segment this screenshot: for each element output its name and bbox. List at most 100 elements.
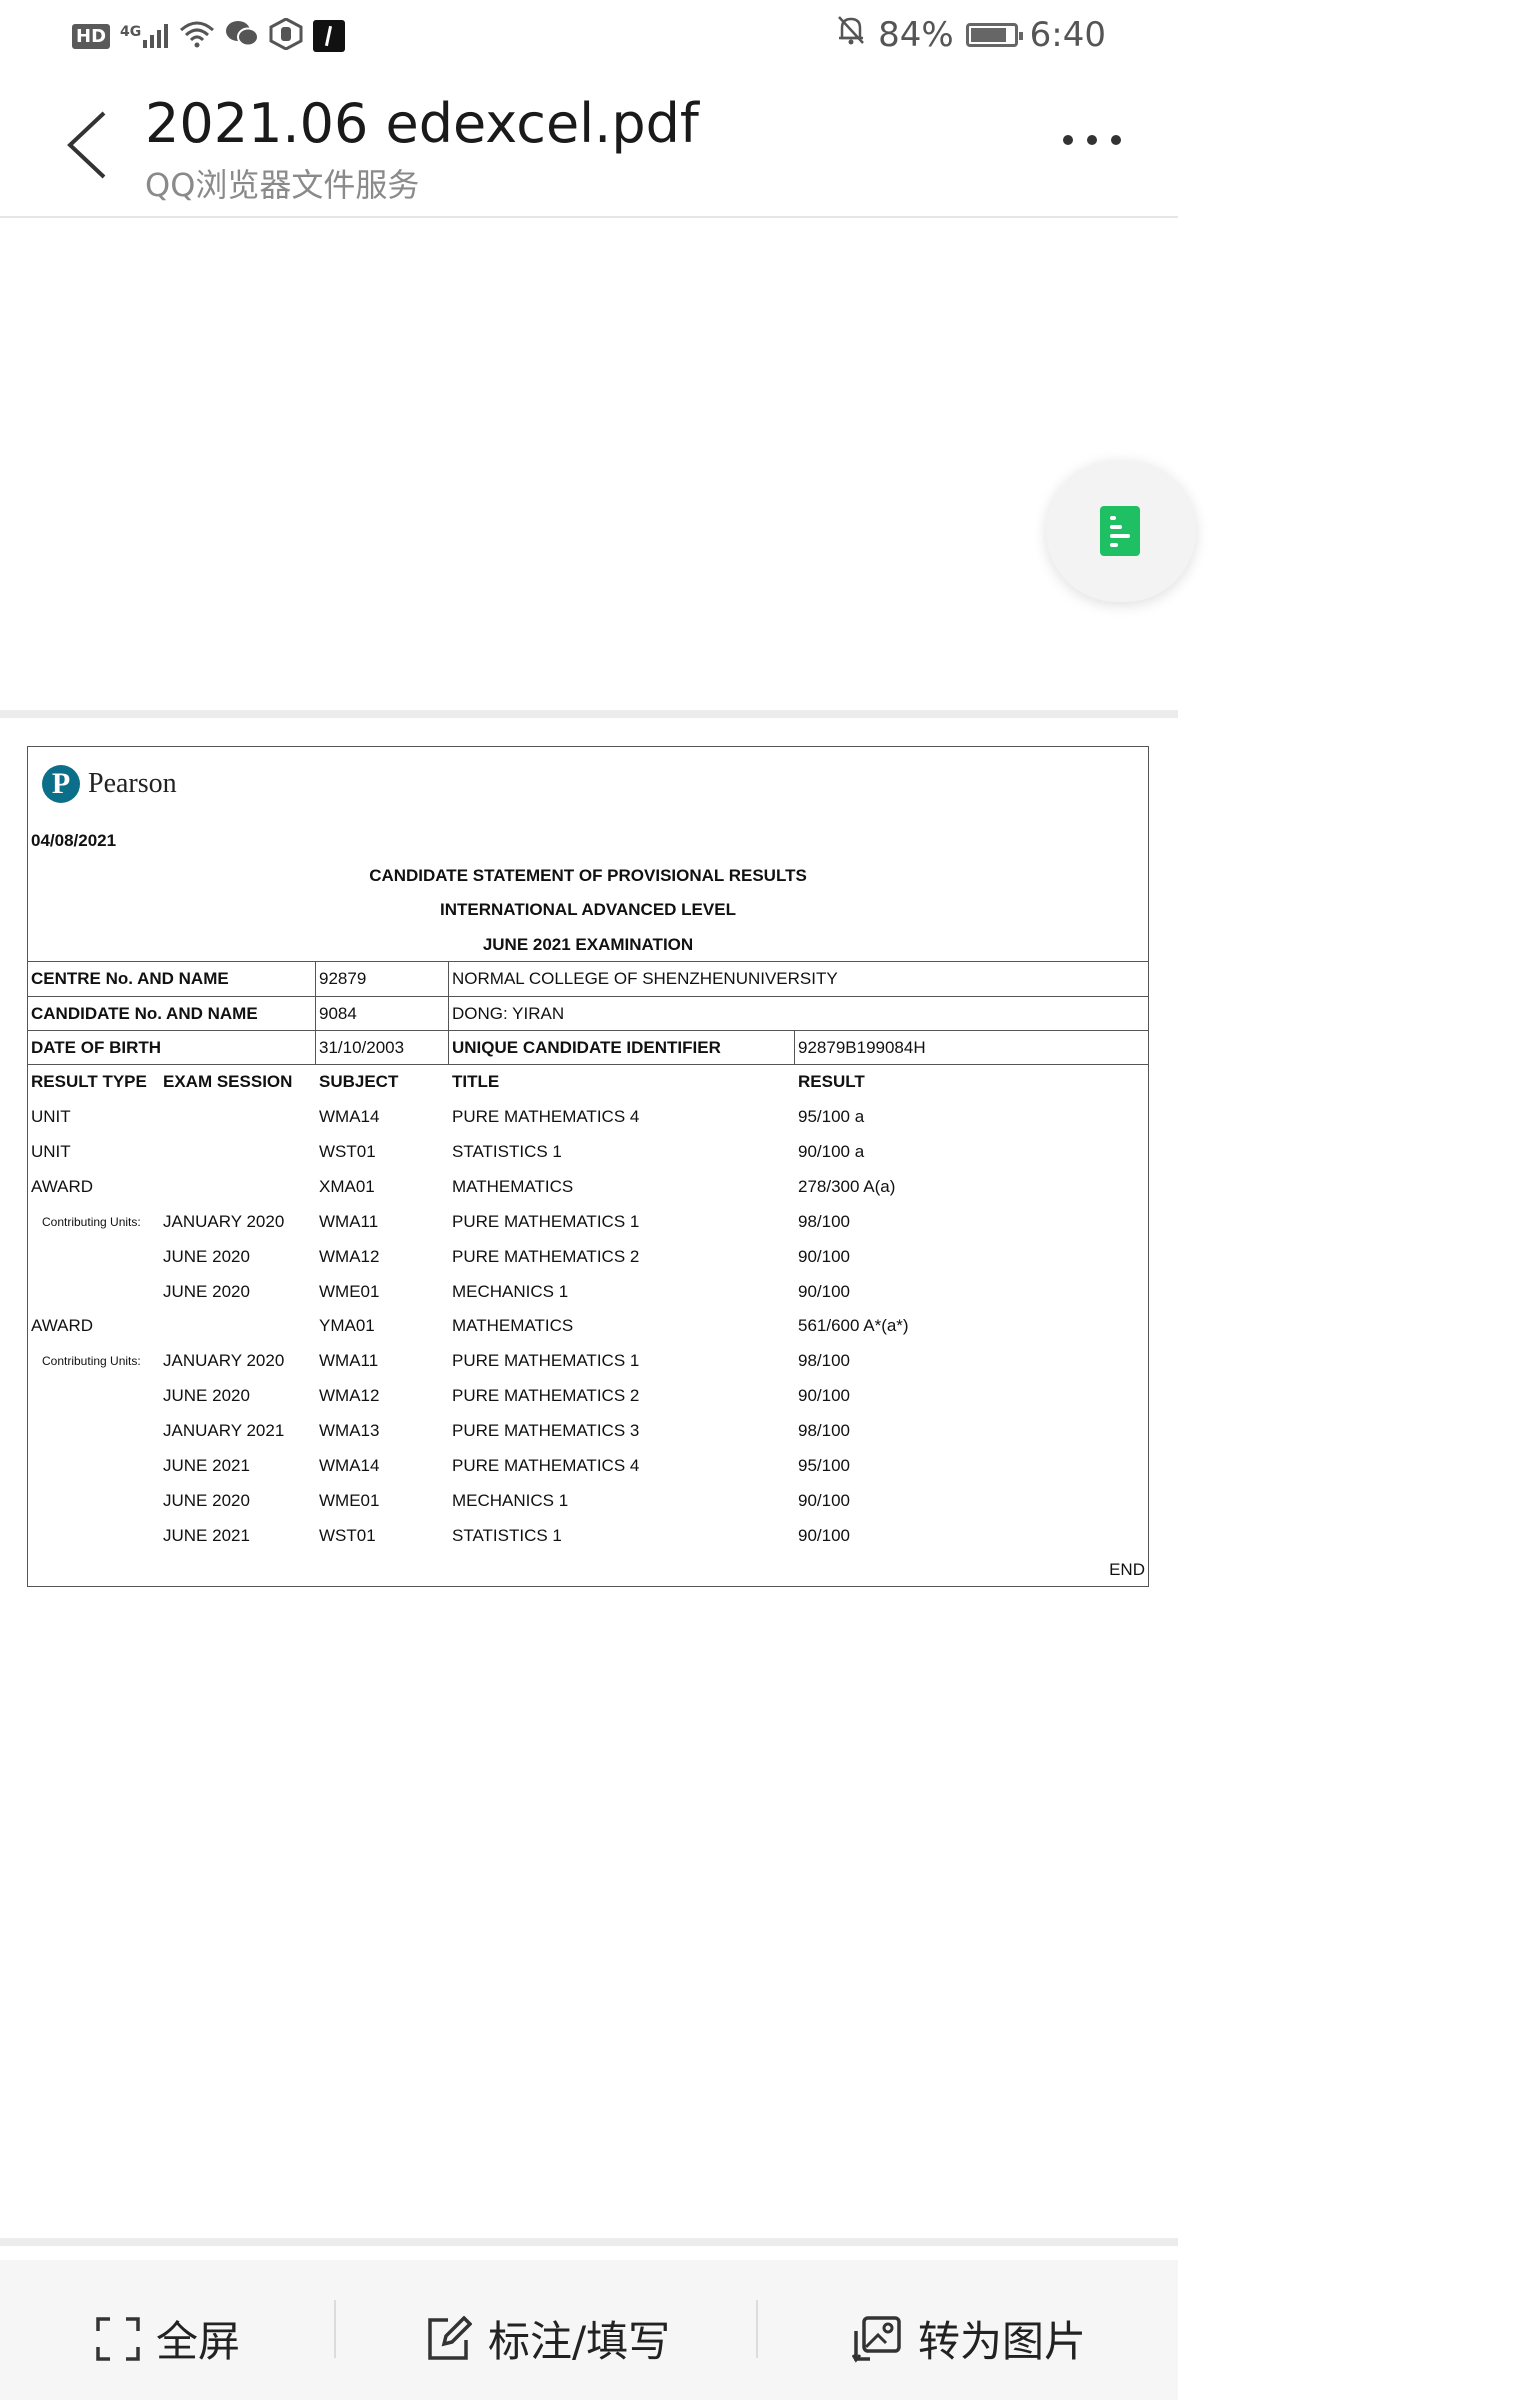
- convert-to-image-button[interactable]: 转为图片: [852, 2308, 1086, 2369]
- row-subject-code: WMA12: [319, 1386, 380, 1406]
- bottom-separator: [0, 2238, 1178, 2246]
- back-arrow-icon: [67, 111, 106, 179]
- row-subject-code: WMA11: [319, 1351, 379, 1371]
- row-subject-code: WMA12: [319, 1246, 380, 1266]
- row-result: 98/100: [798, 1211, 850, 1231]
- fullscreen-button[interactable]: 全屏: [96, 2308, 240, 2369]
- row-result: 90/100: [798, 1386, 850, 1406]
- col-header-subject: SUBJECT: [319, 1072, 399, 1091]
- page-separator: [0, 710, 1178, 718]
- dob-label: DATE OF BIRTH: [31, 1038, 162, 1057]
- row-result-type: UNIT: [31, 1107, 71, 1126]
- table-rule: [28, 1064, 1148, 1065]
- qualification-level: INTERNATIONAL ADVANCED LEVEL: [440, 900, 736, 919]
- centre-name: NORMAL COLLEGE OF SHENZHENUNIVERSITY: [452, 969, 838, 988]
- unique-candidate-identifier: 92879B199084H: [798, 1038, 926, 1057]
- row-result: 90/100: [798, 1525, 850, 1545]
- document-outline-icon: [1100, 506, 1140, 556]
- status-icons-right: 84% 6:40: [836, 14, 1106, 55]
- wifi-icon: [179, 20, 215, 52]
- row-subject-title: PURE MATHEMATICS 2: [452, 1246, 640, 1266]
- table-rule: [448, 961, 449, 1064]
- col-header-exam-session: EXAM SESSION: [163, 1072, 293, 1091]
- battery-percent: 84%: [878, 14, 954, 55]
- row-subject-title: MECHANICS 1: [452, 1281, 569, 1301]
- row-subject-title: STATISTICS 1: [452, 1141, 562, 1161]
- candidate-number: 9084: [319, 1004, 357, 1023]
- toolbar-divider: [756, 2300, 758, 2358]
- row-exam-session: JUNE 2020: [163, 1386, 250, 1406]
- centre-label: CENTRE No. AND NAME: [31, 969, 229, 988]
- file-title: 2021.06 edexcel.pdf: [145, 92, 699, 155]
- row-subject-code: WST01: [319, 1141, 376, 1161]
- statement-date: 04/08/2021: [31, 831, 117, 850]
- more-dot-icon: [1063, 135, 1073, 145]
- row-subject-title: PURE MATHEMATICS 2: [452, 1386, 640, 1406]
- app-icon: [313, 20, 346, 52]
- statement-heading: CANDIDATE STATEMENT OF PROVISIONAL RESUL…: [369, 866, 807, 885]
- row-subject-title: PURE MATHEMATICS 3: [452, 1421, 640, 1441]
- annotate-label: 标注/填写: [488, 2317, 671, 2366]
- pearson-logo-text: Pearson: [88, 768, 177, 799]
- outline-float-button[interactable]: [1046, 460, 1196, 602]
- more-dot-icon: [1111, 135, 1121, 145]
- row-subject-title: PURE MATHEMATICS 1: [452, 1351, 640, 1371]
- toolbar-divider: [334, 2300, 336, 2358]
- row-subject-title: MATHEMATICS: [452, 1176, 574, 1196]
- hand-icon: [269, 17, 303, 54]
- row-subject-code: WME01: [319, 1490, 380, 1510]
- exam-series: JUNE 2021 EXAMINATION: [482, 935, 694, 954]
- uci-label: UNIQUE CANDIDATE IDENTIFIER: [452, 1038, 721, 1057]
- row-result-type: Contributing Units:: [42, 1214, 141, 1229]
- candidate-label: CANDIDATE No. AND NAME: [31, 1004, 258, 1023]
- end-marker: END: [1109, 1560, 1145, 1579]
- row-result-type: Contributing Units:: [42, 1354, 141, 1369]
- candidate-name: DONG: YIRAN: [452, 1004, 565, 1023]
- row-result: 90/100: [798, 1490, 850, 1510]
- row-subject-code: WMA14: [319, 1107, 380, 1126]
- bottom-toolbar: 全屏 标注/填写 转为图片: [0, 2260, 1178, 2400]
- centre-number: 92879: [319, 969, 367, 988]
- row-exam-session: JUNE 2021: [163, 1456, 250, 1475]
- wechat-icon: [225, 20, 260, 52]
- row-subject-title: MECHANICS 1: [452, 1490, 569, 1510]
- signal-icon: 4G: [120, 24, 169, 48]
- pdf-page: P Pearson 04/08/2021 CANDIDATE STATEMENT…: [27, 746, 1149, 1587]
- row-result: 98/100: [798, 1421, 850, 1441]
- annotate-button[interactable]: 标注/填写: [426, 2308, 670, 2369]
- network-type: 4G: [120, 24, 142, 40]
- row-exam-session: JUNE 2020: [163, 1281, 250, 1301]
- fullscreen-icon: [96, 2316, 140, 2361]
- table-rule: [28, 1030, 1148, 1031]
- row-result-type: AWARD: [31, 1316, 94, 1336]
- battery-icon: [965, 22, 1023, 47]
- status-icons-left: HD 4G: [72, 17, 346, 54]
- row-subject-title: MATHEMATICS: [452, 1316, 574, 1336]
- row-result: 98/100: [798, 1351, 850, 1371]
- table-rule: [28, 961, 1148, 962]
- row-subject-title: PURE MATHEMATICS 4: [452, 1107, 640, 1126]
- more-options-button[interactable]: [1063, 135, 1121, 145]
- row-subject-code: YMA01: [319, 1316, 375, 1336]
- file-subtitle: QQ浏览器文件服务: [145, 166, 420, 204]
- image-convert-icon: [852, 2315, 901, 2363]
- row-exam-session: JUNE 2020: [163, 1246, 250, 1266]
- fullscreen-label: 全屏: [156, 2317, 241, 2366]
- more-dot-icon: [1087, 135, 1097, 145]
- clock: 6:40: [1029, 14, 1106, 55]
- row-subject-title: PURE MATHEMATICS 1: [452, 1211, 640, 1231]
- pearson-logo-icon: P: [42, 765, 80, 803]
- back-button[interactable]: [62, 110, 122, 180]
- row-exam-session: JANUARY 2021: [163, 1421, 285, 1441]
- header-bar: 2021.06 edexcel.pdf QQ浏览器文件服务: [0, 72, 1178, 218]
- table-rule: [315, 961, 316, 1064]
- col-header-title: TITLE: [452, 1072, 500, 1091]
- row-exam-session: JANUARY 2020: [163, 1351, 285, 1371]
- col-header-result-type: RESULT TYPE: [31, 1072, 147, 1091]
- pearson-logo: P Pearson: [42, 765, 177, 803]
- row-subject-code: WST01: [319, 1525, 376, 1545]
- table-rule: [28, 996, 1148, 997]
- row-subject-code: WMA11: [319, 1211, 379, 1231]
- battery-fill: [970, 27, 1006, 42]
- row-result-type: AWARD: [31, 1176, 94, 1196]
